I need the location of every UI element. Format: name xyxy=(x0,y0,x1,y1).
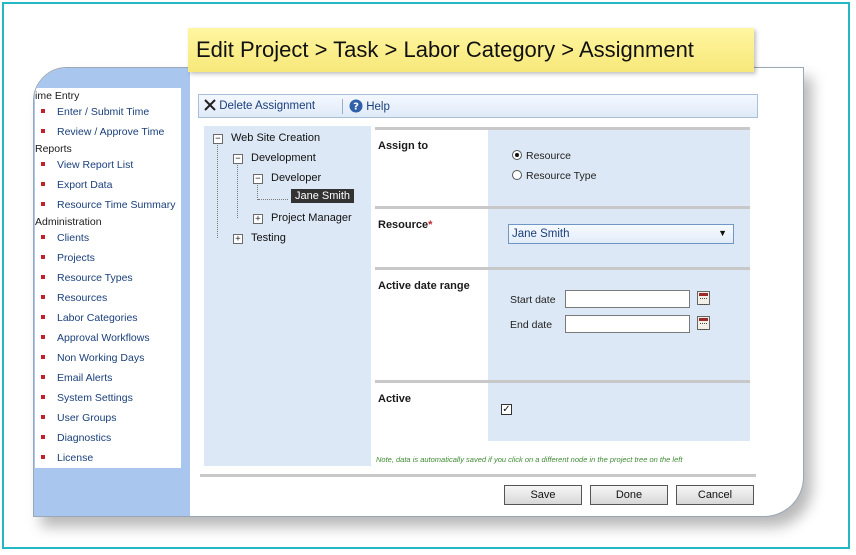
active-row: Active ✓ xyxy=(375,383,750,441)
bullet-icon xyxy=(41,255,45,260)
collapse-icon[interactable]: − xyxy=(213,134,223,144)
project-tree: − Web Site Creation − Development − Deve… xyxy=(204,126,371,466)
sidebar-panel: ime Entry Enter / Submit Time Review / A… xyxy=(35,88,181,468)
resource-input-cell: Jane Smith ▼ xyxy=(488,209,750,267)
sidebar: ime Entry Enter / Submit Time Review / A… xyxy=(34,68,190,516)
expand-icon[interactable]: + xyxy=(253,214,263,224)
save-button[interactable]: Save xyxy=(504,485,582,505)
bullet-icon xyxy=(41,235,45,240)
toolbar: Delete Assignment ? Help xyxy=(198,94,758,118)
nav-item-enter-submit-time[interactable]: Enter / Submit Time xyxy=(41,106,149,118)
tree-node-project-manager[interactable]: Project Manager xyxy=(271,212,352,224)
nav-item-view-report-list[interactable]: View Report List xyxy=(41,159,133,171)
nav-section-administration: Administration xyxy=(35,216,102,228)
nav-item-export-data[interactable]: Export Data xyxy=(41,179,112,191)
app-window: ime Entry Enter / Submit Time Review / A… xyxy=(33,67,804,517)
bullet-icon xyxy=(41,375,45,380)
bullet-icon xyxy=(41,455,45,460)
nav-item-projects[interactable]: Projects xyxy=(41,252,95,264)
nav-item-email-alerts[interactable]: Email Alerts xyxy=(41,372,112,384)
nav-section-time-entry: ime Entry xyxy=(35,90,80,102)
assign-to-row: Assign to Resource Resource Type xyxy=(375,130,750,206)
nav-item-diagnostics[interactable]: Diagnostics xyxy=(41,432,111,444)
bullet-icon xyxy=(41,202,45,207)
resource-select[interactable]: Jane Smith ▼ xyxy=(508,224,734,244)
tree-connector xyxy=(237,160,238,218)
cancel-button[interactable]: Cancel xyxy=(676,485,754,505)
expand-icon[interactable]: + xyxy=(233,234,243,244)
bullet-icon xyxy=(41,315,45,320)
nav-item-review-approve-time[interactable]: Review / Approve Time xyxy=(41,126,164,138)
radio-resource-type[interactable] xyxy=(512,170,522,180)
done-button[interactable]: Done xyxy=(590,485,668,505)
calendar-icon[interactable] xyxy=(697,316,710,330)
collapse-icon[interactable]: − xyxy=(233,154,243,164)
calendar-icon[interactable] xyxy=(697,291,710,305)
date-range-label: Active date range xyxy=(375,270,486,380)
bullet-icon xyxy=(41,275,45,280)
bullet-icon xyxy=(41,435,45,440)
nav-item-license[interactable]: License xyxy=(41,452,93,464)
nav-item-clients[interactable]: Clients xyxy=(41,232,89,244)
end-date-label: End date xyxy=(510,319,553,331)
delete-icon xyxy=(204,99,216,111)
toolbar-separator xyxy=(342,99,343,114)
tree-node-testing[interactable]: Testing xyxy=(251,232,286,244)
nav-item-resource-types[interactable]: Resource Types xyxy=(41,272,133,284)
required-marker: * xyxy=(428,219,433,231)
bullet-icon xyxy=(41,162,45,167)
tree-connector xyxy=(217,140,218,238)
delete-assignment-button[interactable]: Delete Assignment xyxy=(204,99,315,112)
footer-separator xyxy=(200,474,756,477)
resource-row: Resource* Jane Smith ▼ xyxy=(375,209,750,267)
start-date-input[interactable] xyxy=(565,290,690,308)
assign-to-input-cell: Resource Resource Type xyxy=(488,130,750,206)
nav-item-resource-time-summary[interactable]: Resource Time Summary xyxy=(41,199,175,211)
radio-resource-type-label: Resource Type xyxy=(526,170,597,182)
bullet-icon xyxy=(41,295,45,300)
autosave-note: Note, data is automatically saved if you… xyxy=(376,455,683,464)
svg-text:?: ? xyxy=(353,102,359,113)
radio-resource[interactable] xyxy=(512,150,522,160)
tree-node-developer[interactable]: Developer xyxy=(271,172,321,184)
page-title: Edit Project > Task > Labor Category > A… xyxy=(188,28,754,72)
active-input-cell: ✓ xyxy=(488,383,750,441)
date-range-row: Active date range Start date End date xyxy=(375,270,750,380)
date-range-input-cell: Start date End date xyxy=(488,270,750,380)
tree-node-web-site-creation[interactable]: Web Site Creation xyxy=(231,132,320,144)
chevron-down-icon: ▼ xyxy=(718,228,727,238)
help-button[interactable]: ? Help xyxy=(349,99,390,113)
nav-item-resources[interactable]: Resources xyxy=(41,292,107,304)
nav-item-labor-categories[interactable]: Labor Categories xyxy=(41,312,138,324)
bullet-icon xyxy=(41,355,45,360)
bullet-icon xyxy=(41,395,45,400)
active-checkbox[interactable]: ✓ xyxy=(501,404,512,415)
assign-to-label: Assign to xyxy=(375,130,486,206)
nav-section-reports: Reports xyxy=(35,143,72,155)
tree-node-jane-smith[interactable]: Jane Smith xyxy=(291,189,355,203)
bullet-icon xyxy=(41,129,45,134)
nav-item-system-settings[interactable]: System Settings xyxy=(41,392,133,404)
bullet-icon xyxy=(41,415,45,420)
bullet-icon xyxy=(41,182,45,187)
tree-connector xyxy=(258,199,288,200)
active-label: Active xyxy=(375,383,486,441)
nav-item-non-working-days[interactable]: Non Working Days xyxy=(41,352,144,364)
end-date-input[interactable] xyxy=(565,315,690,333)
nav-item-user-groups[interactable]: User Groups xyxy=(41,412,117,424)
resource-label: Resource* xyxy=(375,209,486,267)
nav-item-approval-workflows[interactable]: Approval Workflows xyxy=(41,332,150,344)
collapse-icon[interactable]: − xyxy=(253,174,263,184)
tree-node-development[interactable]: Development xyxy=(251,152,316,164)
bullet-icon xyxy=(41,335,45,340)
start-date-label: Start date xyxy=(510,294,556,306)
radio-resource-label: Resource xyxy=(526,150,571,162)
bullet-icon xyxy=(41,109,45,114)
help-icon: ? xyxy=(349,99,363,113)
